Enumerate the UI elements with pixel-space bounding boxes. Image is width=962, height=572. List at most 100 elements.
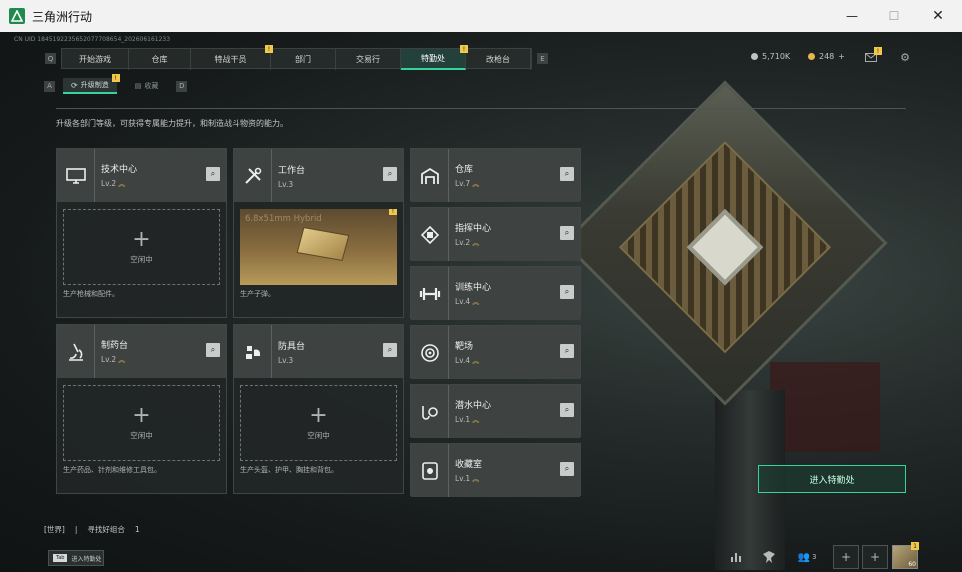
armor-icon — [234, 325, 272, 378]
nav-next-key[interactable]: E — [537, 53, 548, 64]
page-description: 升级各部门等级，可获得专属能力提升，和制造战斗物资的能力。 — [56, 119, 288, 128]
facility-card-shooting-range[interactable]: 靶场 Lv.4 ︽ ⌕ — [410, 325, 581, 379]
workshop-level: Lv.2 — [101, 355, 117, 364]
workshop-card-workbench[interactable]: 工作台 Lv.3 ⌕ 6.8x51mm Hybrid ! 生产子弹。 — [233, 148, 404, 318]
upgrade-available-icon: ︽ — [472, 475, 480, 483]
facility-card-warehouse[interactable]: 仓库 Lv.7 ︽ ⌕ — [410, 148, 581, 202]
collection-tab-icon: ▤ — [134, 82, 142, 90]
add-teammate-button[interactable]: + — [833, 545, 859, 569]
background-red-light — [770, 362, 880, 452]
inspect-search-icon[interactable]: ⌕ — [206, 343, 220, 357]
token-balance[interactable]: 248 + — [808, 52, 845, 61]
monitor-icon — [57, 149, 95, 202]
idle-status: 空闲中 — [130, 430, 153, 440]
tab-key: Tab — [53, 554, 68, 562]
settings-gear-icon[interactable]: ⚙ — [898, 50, 912, 64]
idle-slot[interactable]: + 空闲中 — [240, 385, 397, 461]
add-icon: + — [132, 402, 151, 428]
subnav-next-key[interactable]: D — [176, 80, 188, 92]
subtab-upgrade[interactable]: ⟳ 升级制造 ! — [63, 74, 120, 94]
workshop-description: 生产枪械和配件。 — [63, 290, 119, 298]
workshop-card-pharmacy[interactable]: 制药台 Lv.2 ︽ ⌕ + 空闲中 生产药品、针剂和维修工具包。 — [56, 324, 227, 494]
facility-name: 靶场 — [455, 342, 474, 352]
workshop-level: Lv.2 — [101, 179, 117, 188]
facility-level: Lv.2 — [455, 238, 471, 247]
tab-hint-label: 进入特勤处 — [71, 555, 102, 563]
workshop-card-armor-bench[interactable]: 防具台 Lv.3 ⌕ + 空闲中 生产头盔、护甲、胸挂和背包。 — [233, 324, 404, 494]
chat-separator: | — [74, 525, 78, 534]
facility-card-diving-center[interactable]: 潜水中心 Lv.1 ︽ ⌕ — [410, 384, 581, 438]
app-logo-icon — [9, 8, 25, 24]
microscope-icon — [57, 325, 95, 378]
minimize-button[interactable]: — — [830, 0, 874, 32]
workshop-description: 生产头盔、护甲、胸挂和背包。 — [240, 466, 338, 474]
subtab-badge: ! — [111, 74, 120, 82]
idle-slot[interactable]: + 空闲中 — [63, 209, 220, 285]
add-teammate-button-2[interactable]: + — [862, 545, 888, 569]
friends-button[interactable]: 👥 3 — [790, 545, 824, 569]
inspect-search-icon[interactable]: ⌕ — [560, 403, 574, 417]
stats-chart-icon[interactable] — [724, 545, 750, 569]
nav-prev-key[interactable]: Q — [45, 53, 56, 64]
tab-operators[interactable]: 特战干员! — [191, 45, 273, 70]
chat-count: 1 — [134, 525, 140, 534]
workshop-level: Lv.3 — [278, 179, 294, 189]
add-icon: + — [840, 550, 852, 564]
subtab-collection[interactable]: ▤ 收藏 — [127, 78, 167, 94]
badge-emblem-icon[interactable] — [756, 545, 782, 569]
game-viewport: CN UID 1845192235652077708654_2026061612… — [0, 32, 962, 572]
add-token-button[interactable]: + — [838, 52, 845, 61]
avatar-badge: 1 — [911, 542, 919, 550]
maximize-button[interactable]: ☐ — [872, 0, 916, 32]
upgrade-available-icon: ︽ — [472, 416, 480, 424]
facility-card-command-center[interactable]: 指挥中心 Lv.2 ︽ ⌕ — [410, 207, 581, 261]
idle-slot[interactable]: + 空闲中 — [63, 385, 220, 461]
facility-card-training-center[interactable]: 训练中心 Lv.4 ︽ ⌕ — [410, 266, 581, 320]
tab-warehouse[interactable]: 仓库 — [129, 49, 191, 70]
workshop-name: 技术中心 — [101, 165, 138, 175]
upgrade-available-icon: ︽ — [118, 356, 126, 364]
coupon-balance[interactable]: 5,710K — [751, 52, 790, 61]
tools-icon — [234, 149, 272, 202]
inspect-search-icon[interactable]: ⌕ — [560, 285, 574, 299]
avatar[interactable]: 60 1 — [892, 542, 919, 569]
subnav-prev-key[interactable]: A — [44, 80, 55, 92]
tab-gunsmith[interactable]: 改枪台 — [466, 49, 531, 70]
add-icon: + — [869, 550, 881, 564]
chat-bar[interactable]: [世界] | 寻找好组合 1 — [44, 524, 140, 535]
production-slot[interactable]: 6.8x51mm Hybrid ! — [240, 209, 397, 285]
collection-icon — [411, 444, 449, 497]
enter-special-ops-button[interactable]: 进入特勤处 — [758, 465, 906, 493]
sub-nav: A ⟳ 升级制造 ! ▤ 收藏 D — [44, 74, 188, 94]
inspect-search-icon[interactable]: ⌕ — [560, 167, 574, 181]
dumbbell-icon — [411, 267, 449, 320]
mail-badge: ! — [874, 47, 882, 55]
friends-count: 3 — [811, 553, 817, 561]
window-titlebar: 三角洲行动 — ☐ ✕ — [0, 0, 962, 32]
diving-icon — [411, 385, 449, 438]
warehouse-icon — [411, 149, 449, 202]
facility-card-collection-room[interactable]: 收藏室 Lv.1 ︽ ⌕ — [410, 443, 581, 497]
mail-icon[interactable]: ! — [864, 47, 882, 64]
tab-hint[interactable]: Tab 进入特勤处 — [48, 550, 104, 566]
friends-icon: 👥 — [797, 551, 810, 563]
tab-department[interactable]: 部门 — [271, 49, 336, 70]
facility-name: 指挥中心 — [455, 224, 492, 234]
tab-special-ops[interactable]: 特勤处! — [401, 45, 468, 70]
tab-market[interactable]: 交易行 — [336, 49, 401, 70]
inspect-search-icon[interactable]: ⌕ — [383, 343, 397, 357]
inspect-search-icon[interactable]: ⌕ — [560, 226, 574, 240]
tab-start-game[interactable]: 开始游戏 — [62, 49, 129, 70]
inspect-search-icon[interactable]: ⌕ — [560, 462, 574, 476]
workshop-description: 生产子弹。 — [240, 290, 275, 298]
workshop-card-tech-center[interactable]: 技术中心 Lv.2 ︽ ⌕ + 空闲中 生产枪械和配件。 — [56, 148, 227, 318]
ammo-box-image — [296, 226, 350, 262]
idle-status: 空闲中 — [307, 430, 330, 440]
inspect-search-icon[interactable]: ⌕ — [206, 167, 220, 181]
top-nav: Q 开始游戏 仓库 特战干员! 部门 交易行 特勤处! 改枪台 E — [40, 45, 553, 70]
facility-level: Lv.7 — [455, 179, 471, 188]
close-button[interactable]: ✕ — [916, 0, 960, 32]
facility-level: Lv.1 — [455, 415, 471, 424]
inspect-search-icon[interactable]: ⌕ — [383, 167, 397, 181]
inspect-search-icon[interactable]: ⌕ — [560, 344, 574, 358]
